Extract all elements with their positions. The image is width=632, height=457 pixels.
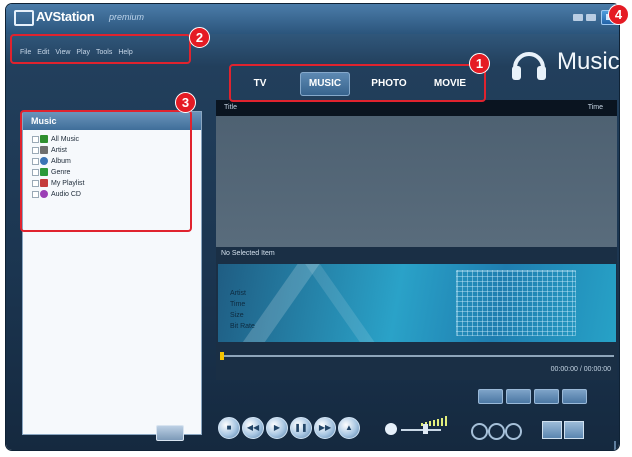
app-logo-icon — [14, 10, 34, 26]
page-title: Music — [557, 48, 619, 75]
info-size: Size — [230, 312, 244, 319]
album-art-placeholder — [456, 270, 576, 336]
minimize-icon[interactable] — [573, 14, 583, 21]
pause-icon: ❚❚ — [294, 423, 308, 432]
repeat-one-icon[interactable] — [488, 423, 505, 440]
stop-button[interactable]: ■ — [218, 417, 240, 439]
seek-thumb[interactable] — [220, 352, 224, 360]
column-time[interactable]: Time — [588, 100, 603, 116]
list-view-button[interactable] — [542, 421, 562, 439]
option-button-3[interactable] — [534, 389, 559, 404]
repeat-icon[interactable] — [471, 423, 488, 440]
next-button[interactable]: ▶▶ — [314, 417, 336, 439]
play-button[interactable]: ▶ — [266, 417, 288, 439]
volume-thumb[interactable] — [423, 424, 428, 434]
track-list[interactable] — [216, 116, 617, 247]
mute-button[interactable] — [385, 423, 397, 435]
pause-button[interactable]: ❚❚ — [290, 417, 312, 439]
info-bitrate: Bit Rate — [230, 323, 255, 330]
annotation-box-tabs — [229, 64, 486, 102]
option-dropdown-button[interactable] — [562, 389, 587, 404]
selection-label: No Selected Item — [221, 250, 275, 257]
list-header: Title Time — [216, 100, 617, 116]
add-playlist-button[interactable] — [156, 425, 184, 441]
annotation-badge-1: 1 — [469, 53, 490, 74]
maximize-icon[interactable] — [586, 14, 596, 21]
time-readout: 00:00:00 / 00:00:00 — [550, 366, 611, 373]
seek-track[interactable] — [222, 355, 614, 357]
volume-slider[interactable] — [401, 429, 441, 431]
headphones-icon — [512, 52, 546, 80]
track-info-panel: Artist Time Size Bit Rate — [218, 264, 616, 342]
previous-icon: ◀◀ — [246, 423, 260, 432]
shuffle-icon[interactable] — [505, 423, 522, 440]
previous-button[interactable]: ◀◀ — [242, 417, 264, 439]
info-time: Time — [230, 301, 246, 308]
eject-button[interactable]: ▲ — [338, 417, 360, 439]
seek-bar[interactable] — [216, 352, 617, 360]
title-bar: AVStation premium — [6, 4, 619, 34]
annotation-badge-3: 3 — [175, 92, 196, 113]
annotation-badge-2: 2 — [189, 27, 210, 48]
annotation-badge-4: 4 — [608, 4, 629, 25]
option-button-2[interactable] — [506, 389, 531, 404]
option-button-1[interactable] — [478, 389, 503, 404]
app-name: AVStation — [36, 9, 95, 24]
info-artist: Artist — [230, 290, 246, 297]
decorative-stripe — [301, 264, 387, 342]
annotation-box-menubar — [10, 34, 191, 64]
stop-icon: ■ — [226, 423, 232, 432]
column-title[interactable]: Title — [224, 100, 237, 116]
app-edition: premium — [109, 12, 145, 22]
equalizer-view-button[interactable] — [564, 421, 584, 439]
next-icon: ▶▶ — [318, 423, 332, 432]
decorative-stripe — [232, 264, 322, 342]
playback-controls: ■ ◀◀ ▶ ❚❚ ▶▶ ▲ — [216, 412, 617, 450]
resize-grip[interactable] — [604, 441, 616, 450]
play-icon: ▶ — [273, 423, 281, 432]
annotation-box-library — [20, 110, 192, 232]
eject-icon: ▲ — [345, 423, 353, 432]
content-panel: Title Time No Selected Item Artist Time … — [216, 100, 617, 380]
